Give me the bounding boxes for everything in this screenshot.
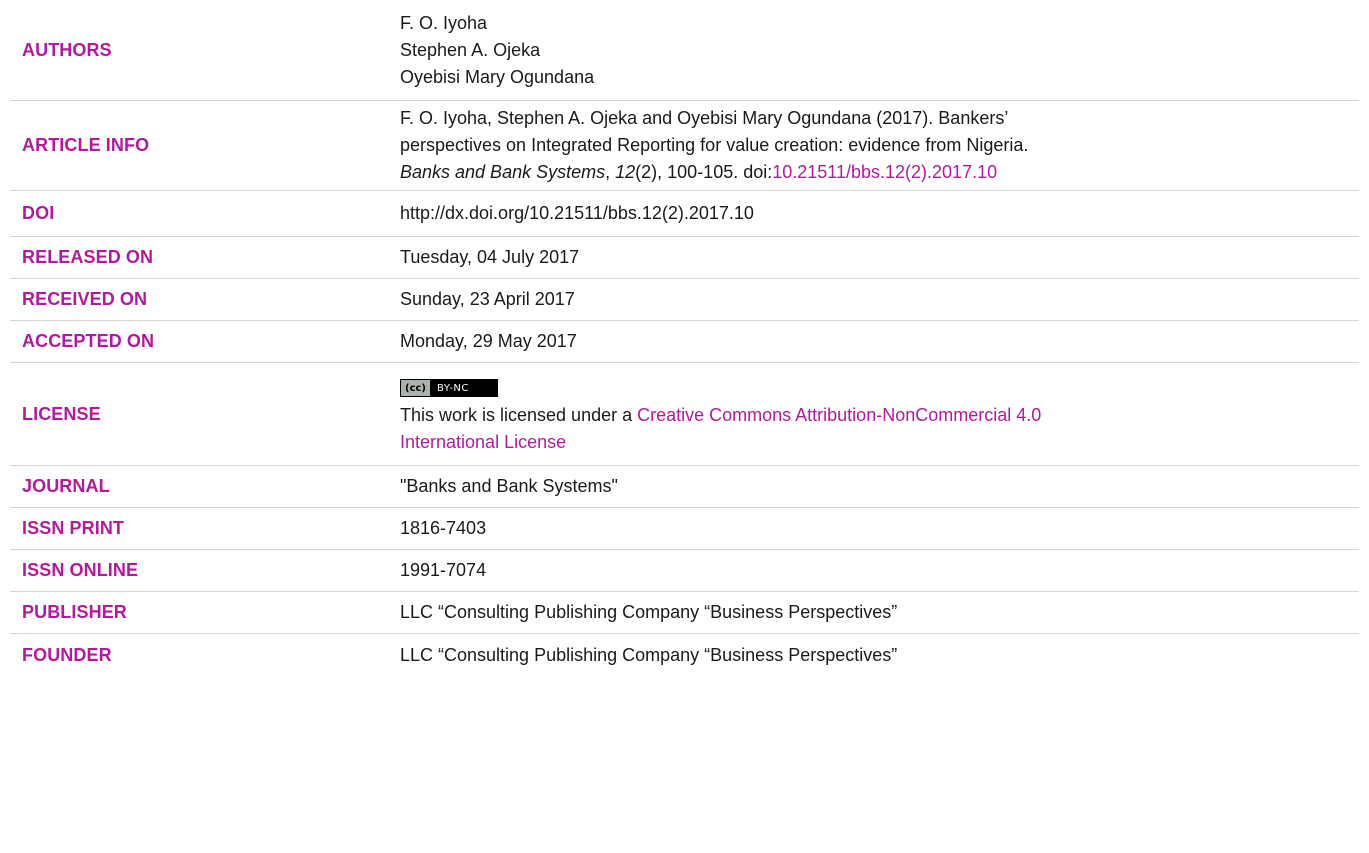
- article-metadata-table: AUTHORS F. O. Iyoha Stephen A. Ojeka Oye…: [10, 0, 1359, 676]
- article-info-label: ARTICLE INFO: [22, 135, 150, 155]
- cc-badge-text: BY-NC: [437, 382, 469, 394]
- article-info-value: F. O. Iyoha, Stephen A. Ojeka and Oyebis…: [400, 105, 1359, 186]
- authors-label: AUTHORS: [22, 39, 112, 60]
- row-license: LICENSE (cc) BY-NC This work is licensed…: [10, 363, 1359, 466]
- license-link-continued[interactable]: International License: [400, 432, 566, 452]
- publisher-value: LLC “Consulting Publishing Company “Busi…: [400, 602, 898, 622]
- citation-journal: Banks and Bank Systems: [400, 162, 606, 182]
- row-doi: DOI http://dx.doi.org/10.21511/bbs.12(2)…: [10, 191, 1359, 237]
- released-on-label: RELEASED ON: [22, 247, 154, 267]
- doi-value: http://dx.doi.org/10.21511/bbs.12(2).201…: [400, 203, 754, 223]
- row-issn-online: ISSN ONLINE 1991-7074: [10, 550, 1359, 592]
- received-on-label: RECEIVED ON: [22, 289, 148, 309]
- doi-link[interactable]: 10.21511/bbs.12(2).2017.10: [772, 162, 997, 182]
- citation-line-1: F. O. Iyoha, Stephen A. Ojeka and Oyebis…: [400, 108, 1009, 128]
- row-received-on: RECEIVED ON Sunday, 23 April 2017: [10, 279, 1359, 321]
- row-founder: FOUNDER LLC “Consulting Publishing Compa…: [10, 634, 1359, 676]
- citation-separator: ,: [605, 162, 616, 182]
- row-issn-print: ISSN PRINT 1816-7403: [10, 508, 1359, 550]
- journal-value: "Banks and Bank Systems": [400, 476, 618, 496]
- publisher-label: PUBLISHER: [22, 602, 127, 622]
- author-name: F. O. Iyoha: [400, 12, 488, 33]
- citation-volume: 12: [615, 162, 636, 182]
- row-publisher: PUBLISHER LLC “Consulting Publishing Com…: [10, 592, 1359, 634]
- issn-online-value: 1991-7074: [400, 560, 487, 580]
- row-accepted-on: ACCEPTED ON Monday, 29 May 2017: [10, 321, 1359, 363]
- authors-value: F. O. Iyoha Stephen A. Ojeka Oyebisi Mar…: [400, 10, 1359, 91]
- released-on-value: Tuesday, 04 July 2017: [400, 247, 580, 267]
- cc-badge-symbol: (cc): [401, 380, 431, 397]
- row-journal: JOURNAL "Banks and Bank Systems": [10, 466, 1359, 508]
- row-released-on: RELEASED ON Tuesday, 04 July 2017: [10, 237, 1359, 279]
- issn-online-label: ISSN ONLINE: [22, 560, 139, 580]
- citation-line-2: perspectives on Integrated Reporting for…: [400, 135, 1029, 155]
- license-line-2: International License: [400, 429, 1359, 456]
- doi-label: DOI: [22, 203, 55, 223]
- founder-value: LLC “Consulting Publishing Company “Busi…: [400, 644, 898, 665]
- row-article-info: ARTICLE INFO F. O. Iyoha, Stephen A. Oje…: [10, 101, 1359, 191]
- founder-label: FOUNDER: [22, 644, 112, 665]
- issn-print-value: 1816-7403: [400, 518, 487, 538]
- license-value: (cc) BY-NC This work is licensed under a…: [400, 373, 1359, 456]
- row-authors: AUTHORS F. O. Iyoha Stephen A. Ojeka Oye…: [10, 0, 1359, 101]
- cc-by-nc-badge-icon[interactable]: (cc) BY-NC: [400, 379, 498, 398]
- author-name: Stephen A. Ojeka: [400, 39, 541, 60]
- license-label: LICENSE: [22, 403, 101, 424]
- citation-line-3: Banks and Bank Systems, 12(2), 100-105. …: [400, 159, 1359, 186]
- author-name: Oyebisi Mary Ogundana: [400, 66, 595, 87]
- journal-label: JOURNAL: [22, 476, 110, 496]
- received-on-value: Sunday, 23 April 2017: [400, 289, 575, 309]
- license-text: This work is licensed under a: [400, 404, 638, 425]
- accepted-on-value: Monday, 29 May 2017: [400, 331, 577, 351]
- license-link[interactable]: Creative Commons Attribution-NonCommerci…: [637, 405, 1041, 425]
- citation-pages: (2), 100-105. doi:: [635, 162, 773, 182]
- accepted-on-label: ACCEPTED ON: [22, 331, 155, 351]
- issn-print-label: ISSN PRINT: [22, 518, 125, 538]
- license-line-1: This work is licensed under a Creative C…: [400, 402, 1359, 429]
